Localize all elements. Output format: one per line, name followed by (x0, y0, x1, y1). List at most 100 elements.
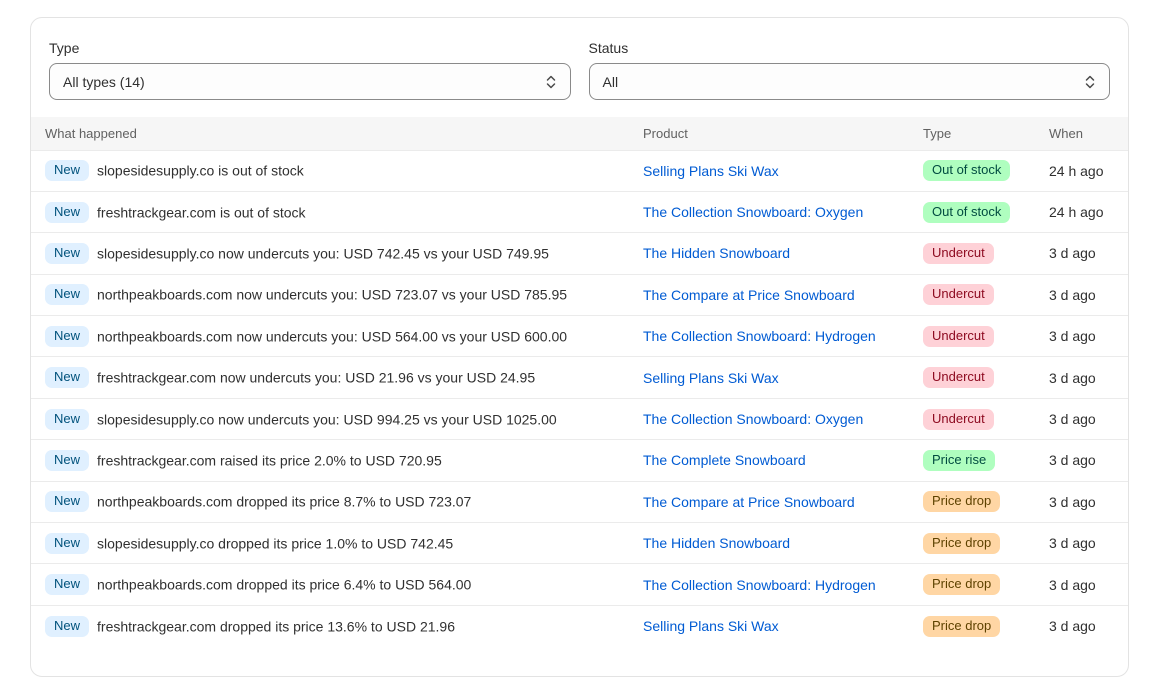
product-link[interactable]: Selling Plans Ski Wax (643, 370, 779, 386)
product-cell: The Collection Snowboard: Hydrogen (629, 563, 909, 606)
type-cell: Undercut (909, 232, 1040, 275)
type-badge: Out of stock (923, 160, 1011, 182)
product-link[interactable]: The Hidden Snowboard (643, 535, 790, 551)
table-row[interactable]: New northpeakboards.com dropped its price… (31, 563, 1128, 606)
status-select[interactable]: All (588, 63, 1110, 100)
event-description: northpeakboards.com dropped its price 8.… (97, 493, 472, 510)
product-cell: The Complete Snowboard (629, 439, 909, 482)
table-row[interactable]: New slopesidesupply.co dropped its price … (31, 522, 1128, 564)
header-what-happened: What happened (45, 125, 137, 141)
when-cell: 3 d ago (1040, 563, 1128, 606)
type-cell: Price drop (909, 563, 1040, 606)
when-cell: 3 d ago (1040, 439, 1128, 482)
table-row[interactable]: New freshtrackgear.com is out of stock The… (31, 190, 1128, 233)
what-happened-cell: New slopesidesupply.co now undercuts you:… (31, 397, 629, 440)
product-cell: The Hidden Snowboard (629, 232, 909, 275)
new-badge: New (45, 367, 90, 389)
table-row[interactable]: New freshtrackgear.com dropped its price … (31, 604, 1128, 647)
table-row[interactable]: New northpeakboards.com dropped its price… (31, 480, 1128, 523)
alerts-card: Type All types (14) Status All What happ… (30, 17, 1129, 677)
what-happened-cell: New northpeakboards.com now undercuts you… (31, 315, 629, 357)
product-cell: Selling Plans Ski Wax (629, 604, 909, 647)
table-row[interactable]: New slopesidesupply.co now undercuts you:… (31, 397, 1128, 440)
status-select-value: All (602, 73, 619, 90)
type-cell: Out of stock (909, 190, 1040, 233)
product-link[interactable]: The Collection Snowboard: Oxygen (643, 204, 863, 220)
table-header-row: What happened Product Type When (31, 117, 1128, 150)
table-row[interactable]: New northpeakboards.com now undercuts you… (31, 273, 1128, 316)
new-badge: New (45, 284, 90, 306)
type-select-value: All types (14) (63, 73, 145, 90)
what-happened-cell: New slopesidesupply.co is out of stock (31, 149, 629, 192)
new-badge: New (45, 615, 90, 637)
new-badge: New (45, 532, 90, 554)
table-row[interactable]: New slopesidesupply.co now undercuts you:… (31, 232, 1128, 275)
product-link[interactable]: The Collection Snowboard: Oxygen (643, 411, 863, 427)
table-row[interactable]: New slopesidesupply.co is out of stock Sel… (31, 149, 1128, 192)
what-happened-cell: New northpeakboards.com dropped its price… (31, 563, 629, 606)
what-happened-cell: New freshtrackgear.com dropped its price … (31, 604, 629, 647)
header-when: When (1049, 125, 1083, 141)
when-cell: 3 d ago (1040, 604, 1128, 647)
table-row[interactable]: New freshtrackgear.com now undercuts you:… (31, 356, 1128, 399)
type-cell: Undercut (909, 273, 1040, 316)
new-badge: New (45, 408, 90, 430)
product-link[interactable]: The Compare at Price Snowboard (643, 494, 855, 510)
type-cell: Undercut (909, 356, 1040, 399)
event-description: freshtrackgear.com raised its price 2.0%… (97, 452, 442, 469)
type-badge: Out of stock (923, 201, 1011, 223)
select-chevron-icon (546, 75, 555, 89)
product-link[interactable]: The Collection Snowboard: Hydrogen (643, 328, 876, 344)
type-badge: Price drop (923, 491, 1001, 513)
new-badge: New (45, 574, 90, 596)
type-badge: Price rise (923, 449, 996, 471)
type-cell: Price drop (909, 480, 1040, 523)
what-happened-cell: New slopesidesupply.co now undercuts you:… (31, 232, 629, 275)
when-cell: 3 d ago (1040, 397, 1128, 440)
what-happened-cell: New freshtrackgear.com raised its price 2… (31, 439, 629, 482)
type-badge: Undercut (923, 242, 994, 264)
product-link[interactable]: The Collection Snowboard: Hydrogen (643, 577, 876, 593)
what-happened-cell: New freshtrackgear.com is out of stock (31, 190, 629, 233)
table-row[interactable]: New freshtrackgear.com raised its price 2… (31, 439, 1128, 482)
type-cell: Out of stock (909, 149, 1040, 192)
what-happened-cell: New northpeakboards.com now undercuts you… (31, 273, 629, 316)
type-badge: Price drop (923, 532, 1001, 554)
when-cell: 3 d ago (1040, 232, 1128, 275)
new-badge: New (45, 201, 90, 223)
when-cell: 3 d ago (1040, 315, 1128, 357)
when-cell: 24 h ago (1040, 190, 1128, 233)
table-body: New slopesidesupply.co is out of stock Sel… (31, 149, 1128, 647)
event-description: slopesidesupply.co now undercuts you: US… (97, 245, 549, 262)
type-cell: Undercut (909, 397, 1040, 440)
product-link[interactable]: Selling Plans Ski Wax (643, 618, 779, 634)
event-description: slopesidesupply.co is out of stock (97, 162, 304, 179)
when-cell: 24 h ago (1040, 149, 1128, 192)
type-select[interactable]: All types (14) (49, 63, 571, 100)
type-badge: Undercut (923, 367, 994, 389)
header-type: Type (923, 125, 952, 141)
event-description: freshtrackgear.com is out of stock (97, 204, 306, 221)
product-link[interactable]: The Compare at Price Snowboard (643, 287, 855, 303)
type-badge: Price drop (923, 574, 1001, 596)
when-cell: 3 d ago (1040, 522, 1128, 564)
what-happened-cell: New freshtrackgear.com now undercuts you:… (31, 356, 629, 399)
product-link[interactable]: The Complete Snowboard (643, 452, 806, 468)
when-cell: 3 d ago (1040, 273, 1128, 316)
what-happened-cell: New northpeakboards.com dropped its price… (31, 480, 629, 523)
event-description: northpeakboards.com dropped its price 6.… (97, 576, 472, 593)
product-link[interactable]: The Hidden Snowboard (643, 245, 790, 261)
filters-bar: Type All types (14) Status All (31, 18, 1128, 117)
product-cell: The Compare at Price Snowboard (629, 273, 909, 316)
event-description: slopesidesupply.co now undercuts you: US… (97, 411, 557, 428)
type-badge: Undercut (923, 325, 994, 347)
type-filter: Type All types (14) (49, 40, 571, 100)
product-link[interactable]: Selling Plans Ski Wax (643, 163, 779, 179)
table-row[interactable]: New northpeakboards.com now undercuts you… (31, 315, 1128, 357)
new-badge: New (45, 242, 90, 264)
event-description: northpeakboards.com now undercuts you: U… (97, 286, 568, 303)
product-cell: Selling Plans Ski Wax (629, 149, 909, 192)
status-filter-label: Status (588, 40, 629, 56)
event-description: northpeakboards.com now undercuts you: U… (97, 328, 568, 345)
type-cell: Price drop (909, 604, 1040, 647)
